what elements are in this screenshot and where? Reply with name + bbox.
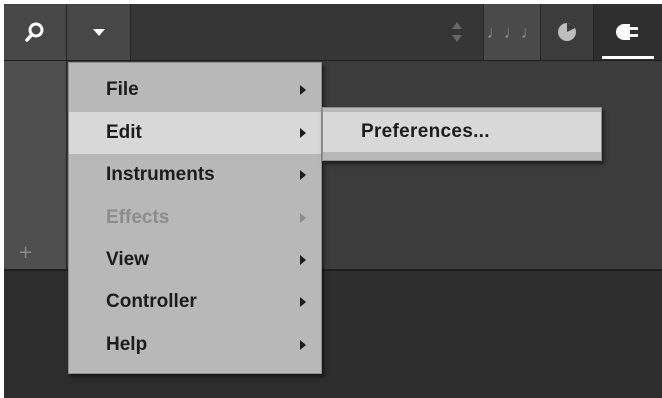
plug-icon xyxy=(616,24,638,40)
toolbar-filler xyxy=(131,4,431,60)
submenu-arrow-icon xyxy=(300,85,306,95)
notes-icon: ♩♩♩ xyxy=(486,21,539,42)
up-down-icon xyxy=(452,22,462,42)
submenu-arrow-icon xyxy=(300,297,306,307)
menu-item-label: Effects xyxy=(106,207,170,228)
menu-item-label: Help xyxy=(106,334,148,355)
submenu-arrow-icon xyxy=(300,213,306,223)
edit-submenu: Preferences... xyxy=(322,107,602,161)
menu-item-label: File xyxy=(106,79,139,100)
main-menu: File Edit Instruments Effects View Contr… xyxy=(68,62,322,374)
menu-item-label: View xyxy=(106,249,149,270)
search-button[interactable] xyxy=(4,4,67,60)
app-window: ♩♩♩ + File Edit Instruments Effects View… xyxy=(4,4,662,398)
menu-button[interactable] xyxy=(67,4,131,60)
toolbar: ♩♩♩ xyxy=(4,4,662,61)
add-button[interactable]: + xyxy=(18,242,33,263)
submenu-arrow-icon xyxy=(300,255,306,265)
menu-item-view[interactable]: View xyxy=(69,239,321,281)
submenu-arrow-icon xyxy=(300,340,306,350)
submenu-arrow-icon xyxy=(300,170,306,180)
menu-item-label: Controller xyxy=(106,291,197,312)
knob-icon xyxy=(558,23,576,41)
left-panel: + xyxy=(4,61,67,269)
menu-item-label: Edit xyxy=(106,122,142,143)
menu-item-label: Instruments xyxy=(106,164,215,185)
notes-button[interactable]: ♩♩♩ xyxy=(484,4,541,60)
menu-item-preferences[interactable]: Preferences... xyxy=(323,112,601,152)
menu-item-instruments[interactable]: Instruments xyxy=(69,154,321,196)
knob-button[interactable] xyxy=(541,4,594,60)
plugin-button[interactable] xyxy=(594,4,662,60)
triangle-down-icon xyxy=(92,29,105,36)
menu-item-label: Preferences... xyxy=(361,121,490,142)
scroll-stepper[interactable] xyxy=(431,4,484,60)
submenu-arrow-icon xyxy=(300,128,306,138)
search-icon xyxy=(25,22,44,42)
menu-item-file[interactable]: File xyxy=(69,69,321,111)
menu-item-edit[interactable]: Edit xyxy=(69,112,321,154)
menu-item-controller[interactable]: Controller xyxy=(69,281,321,323)
menu-item-help[interactable]: Help xyxy=(69,324,321,366)
active-tab-indicator xyxy=(602,56,654,59)
menu-item-effects: Effects xyxy=(69,197,321,239)
